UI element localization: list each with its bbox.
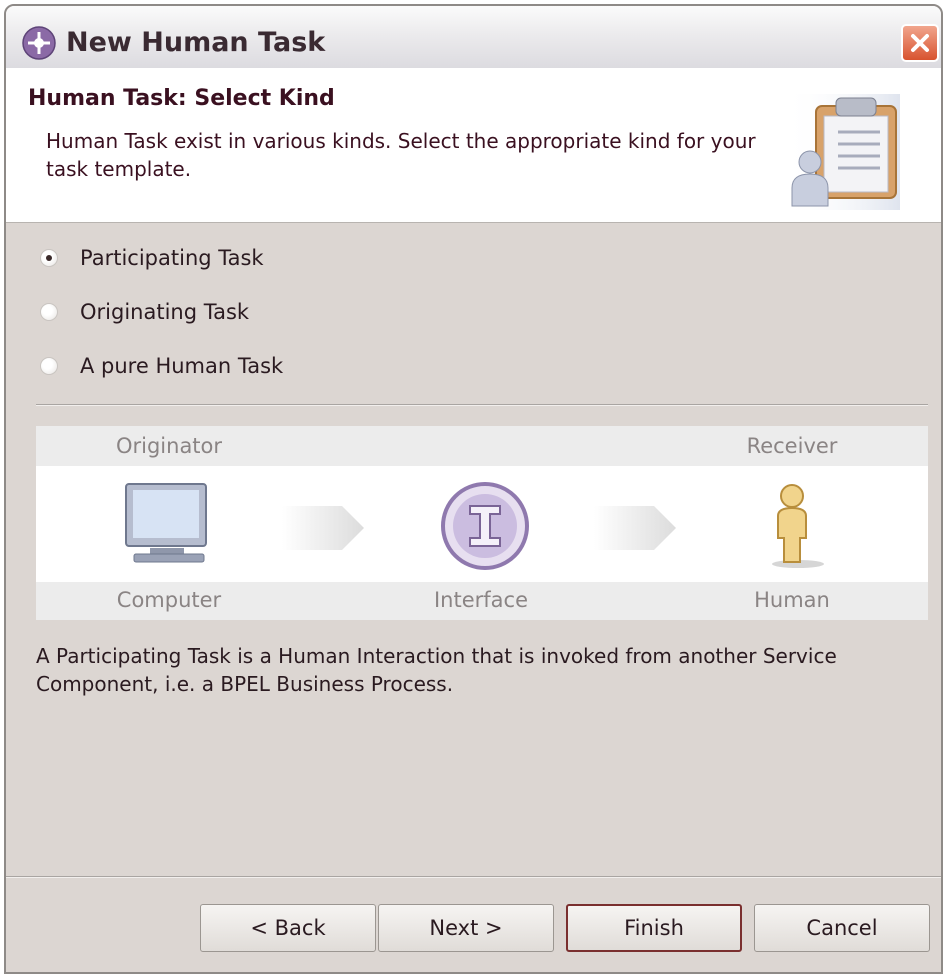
option-label: Participating Task xyxy=(80,246,264,270)
computer-icon xyxy=(125,483,207,563)
originator-label: Originator xyxy=(115,434,223,458)
interface-icon xyxy=(441,482,529,570)
close-button[interactable] xyxy=(901,24,939,62)
option-participating-task[interactable]: Participating Task xyxy=(40,242,264,274)
close-icon xyxy=(911,34,929,52)
option-originating-task[interactable]: Originating Task xyxy=(40,296,249,328)
window-title: New Human Task xyxy=(66,27,326,58)
button-bar-separator xyxy=(6,876,941,878)
radio-button[interactable] xyxy=(40,357,58,375)
task-kind-description: A Participating Task is a Human Interact… xyxy=(36,644,837,696)
page-title: Human Task: Select Kind xyxy=(28,86,335,111)
arrow-right-icon xyxy=(594,506,676,550)
back-button[interactable]: < Back xyxy=(200,904,376,952)
option-label: Originating Task xyxy=(80,300,250,324)
page-description: Human Task exist in various kinds. Selec… xyxy=(46,129,756,181)
title-bar[interactable]: New Human Task xyxy=(6,6,941,69)
option-label: A pure Human Task xyxy=(80,354,284,378)
task-clipboard-icon xyxy=(784,94,900,210)
new-human-task-dialog: New Human Task Human Task: Select Kind H… xyxy=(4,4,943,974)
radio-button[interactable] xyxy=(40,249,58,267)
separator xyxy=(36,404,928,406)
computer-label: Computer xyxy=(116,588,222,612)
human-task-app-icon xyxy=(22,26,56,60)
interface-label: Interface xyxy=(433,588,529,612)
finish-button[interactable]: Finish xyxy=(566,904,742,952)
radio-button[interactable] xyxy=(40,303,58,321)
wizard-banner: Human Task: Select Kind Human Task exist… xyxy=(6,68,941,223)
next-button[interactable]: Next > xyxy=(378,904,554,952)
receiver-label: Receiver xyxy=(746,434,838,458)
task-kind-diagram: Originator Receiver Computer Interface H… xyxy=(36,426,928,620)
option-pure-human-task[interactable]: A pure Human Task xyxy=(40,350,283,382)
human-icon xyxy=(772,484,824,568)
human-label: Human xyxy=(754,588,830,612)
arrow-right-icon xyxy=(282,506,364,550)
cancel-button[interactable]: Cancel xyxy=(754,904,930,952)
